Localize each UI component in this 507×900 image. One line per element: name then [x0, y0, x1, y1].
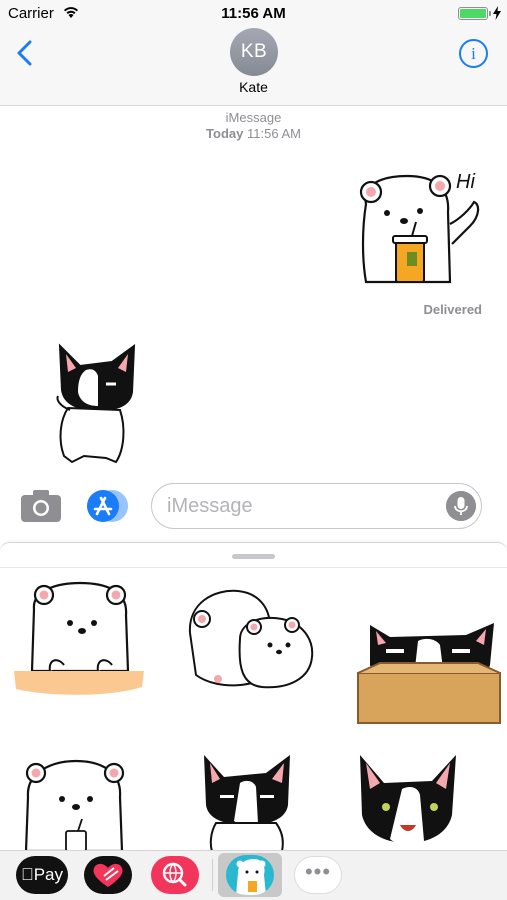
info-icon[interactable]: i: [459, 39, 488, 68]
image-search-app[interactable]: [151, 856, 199, 894]
sticker-drawer: [0, 542, 507, 850]
message-input-container: [151, 483, 482, 529]
tray-separator: [212, 859, 213, 891]
battery-tip: [489, 11, 491, 16]
sticker-bear-table[interactable]: [10, 579, 150, 709]
more-apps-icon[interactable]: •••: [294, 856, 342, 894]
drawer-divider: [0, 567, 507, 568]
battery-icon: [458, 7, 488, 20]
timestamp-time: 11:56 AM: [246, 126, 301, 141]
sticker-dog-box[interactable]: [356, 615, 502, 725]
charging-icon: [493, 6, 501, 20]
delivery-status: Delivered: [423, 302, 482, 317]
conversation-header: KB Kate i: [0, 28, 507, 106]
message-input[interactable]: [167, 493, 437, 519]
timestamp-day: Today: [206, 126, 244, 141]
drawer-grabber[interactable]: [232, 554, 275, 559]
app-store-icon[interactable]: [86, 489, 130, 523]
apple-pay-label: Pay: [27, 865, 63, 884]
sticker-hi-text: Hi: [456, 171, 475, 193]
sticker-dog-sleepy[interactable]: [196, 753, 300, 850]
sticker-bears-hug[interactable]: [178, 583, 328, 703]
clock: 11:56 AM: [221, 5, 286, 22]
microphone-icon[interactable]: [446, 491, 476, 521]
heart-icon: [93, 863, 123, 887]
globe-search-icon: [162, 862, 187, 887]
back-chevron-icon[interactable]: [10, 38, 42, 70]
apple-icon: : [21, 865, 34, 884]
contact-avatar[interactable]: KB: [230, 28, 278, 76]
contact-name[interactable]: Kate: [0, 79, 507, 95]
app-drawer-tray: Pay •••: [0, 850, 507, 900]
apple-pay-app[interactable]: Pay: [16, 856, 68, 894]
camera-icon[interactable]: [20, 488, 62, 524]
received-sticker-dog[interactable]: [50, 340, 145, 468]
sticker-bear-drink[interactable]: [14, 757, 134, 850]
digital-touch-app[interactable]: [84, 856, 132, 894]
sticker-pack-icon: [226, 855, 274, 895]
sent-sticker-bear-hi[interactable]: Hi: [352, 164, 487, 289]
sticker-dog-smile[interactable]: [354, 753, 462, 850]
service-label: iMessage: [225, 110, 282, 125]
message-timestamp: Today 11:56 AM: [0, 126, 507, 141]
sticker-pack-app[interactable]: [218, 853, 282, 897]
status-bar: Carrier 11:56 AM: [0, 0, 507, 28]
